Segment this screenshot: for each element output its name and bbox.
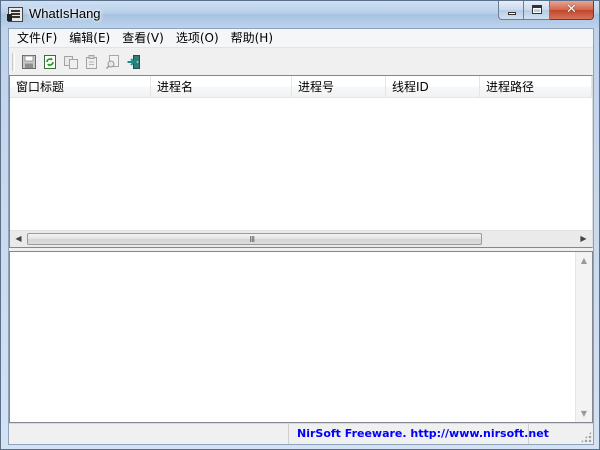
status-left (9, 424, 289, 444)
find-button[interactable] (102, 52, 123, 72)
nirsoft-link[interactable]: NirSoft Freeware. http://www.nirsoft.net (289, 424, 549, 444)
horizontal-scroll-thumb[interactable]: Ⅲ (27, 233, 482, 245)
toolbar-grip[interactable] (12, 53, 15, 71)
horizontal-scrollbar[interactable]: ◀ Ⅲ ▶ (10, 230, 592, 247)
menu-file[interactable]: 文件(F) (11, 29, 63, 48)
properties-icon (85, 55, 97, 69)
menu-help[interactable]: 帮助(H) (225, 29, 279, 48)
menu-options[interactable]: 选项(O) (170, 29, 225, 48)
status-bar: NirSoft Freeware. http://www.nirsoft.net (9, 423, 593, 444)
window-title: WhatIsHang (29, 6, 101, 21)
scroll-right-icon[interactable]: ▶ (575, 231, 592, 247)
scroll-left-icon[interactable]: ◀ (10, 231, 27, 247)
minimize-button[interactable] (498, 1, 524, 20)
hung-windows-list[interactable]: 窗口标题 进程名 进程号 线程ID 进程路径 ◀ Ⅲ ▶ (9, 75, 593, 248)
close-button[interactable]: ✕ (550, 1, 594, 20)
exit-button[interactable] (123, 52, 144, 72)
save-button[interactable] (18, 52, 39, 72)
minimize-icon (508, 12, 516, 15)
scroll-up-icon[interactable]: ▲ (576, 252, 592, 269)
exit-icon (127, 55, 140, 69)
menu-bar: 文件(F) 编辑(E) 查看(V) 选项(O) 帮助(H) (9, 29, 593, 48)
window-controls: ✕ (498, 1, 594, 21)
details-pane[interactable]: ▲ ▼ (9, 251, 593, 423)
maximize-button[interactable] (524, 1, 550, 20)
refresh-icon (43, 55, 56, 69)
find-icon (105, 55, 119, 70)
column-window-title[interactable]: 窗口标题 (10, 76, 151, 98)
scroll-grip-icon: Ⅲ (249, 235, 256, 244)
copy-icon (63, 56, 78, 69)
scroll-down-icon[interactable]: ▼ (576, 405, 592, 422)
menu-edit[interactable]: 编辑(E) (63, 29, 116, 48)
list-header: 窗口标题 进程名 进程号 线程ID 进程路径 (10, 76, 592, 98)
maximize-icon (532, 5, 542, 14)
copy-button[interactable] (60, 52, 81, 72)
column-process-path[interactable]: 进程路径 (480, 76, 592, 98)
properties-button[interactable] (81, 52, 102, 72)
title-bar[interactable]: WhatIsHang ✕ (1, 1, 599, 28)
app-icon[interactable] (7, 7, 23, 22)
menu-view[interactable]: 查看(V) (116, 29, 170, 48)
close-icon: ✕ (566, 2, 577, 17)
save-icon (21, 55, 36, 69)
resize-grip-icon[interactable] (580, 431, 592, 443)
toolbar (9, 49, 593, 75)
column-process-name[interactable]: 进程名 (151, 76, 292, 98)
app-window: WhatIsHang ✕ 文件(F) 编辑(E) 查看(V) 选项(O) 帮助(… (0, 0, 600, 450)
column-thread-id[interactable]: 线程ID (386, 76, 480, 98)
refresh-button[interactable] (39, 52, 60, 72)
vertical-scrollbar[interactable]: ▲ ▼ (575, 252, 592, 422)
client-area: 文件(F) 编辑(E) 查看(V) 选项(O) 帮助(H) 窗口标题 进程名 进… (8, 28, 594, 445)
column-process-id[interactable]: 进程号 (292, 76, 386, 98)
